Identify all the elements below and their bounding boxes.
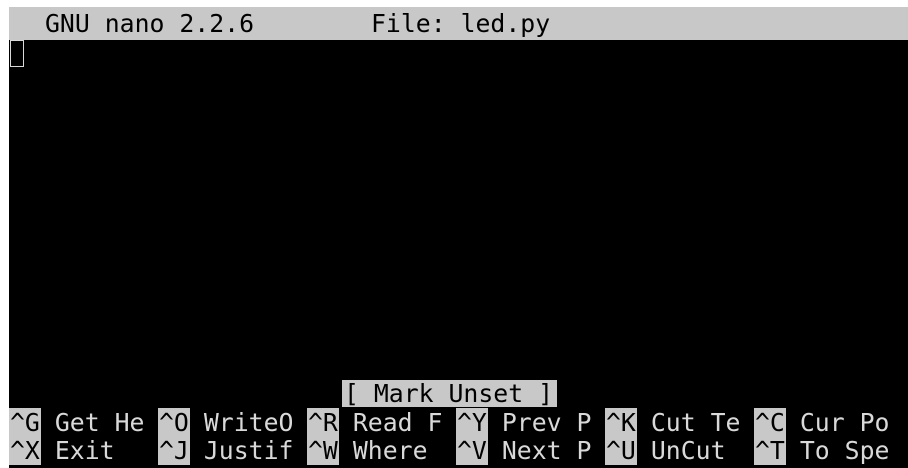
shortcut-label: UnCut: [650, 436, 726, 465]
shortcut-justify[interactable]: ^J Justif: [158, 436, 294, 465]
shortcut-cur-pos[interactable]: ^C Cur Po: [754, 408, 890, 437]
app-name: GNU nano 2.2.6: [45, 9, 255, 38]
nano-title-bar: GNU nano 2.2.6 File: led.py: [9, 7, 908, 40]
shortcut-label: Exit: [54, 436, 115, 465]
shortcut-label: To Spe: [799, 436, 890, 465]
shortcut-to-spell[interactable]: ^T To Spe: [754, 436, 890, 465]
terminal-window: GNU nano 2.2.6 File: led.py [ Mark Unset…: [9, 7, 908, 468]
shortcut-key: ^C: [754, 408, 786, 437]
shortcut-row-1: ^G Get He ^O WriteO ^R Read F ^Y Prev P ^K Cu…: [9, 408, 908, 437]
shortcut-key: ^U: [605, 436, 637, 465]
shortcut-label: Read F: [352, 408, 443, 437]
shortcut-key: ^Y: [456, 408, 488, 437]
shortcut-next-page[interactable]: ^V Next P: [456, 436, 592, 465]
shortcut-label: Where: [352, 436, 428, 465]
editor-area[interactable]: [9, 40, 908, 382]
shortcut-key: ^R: [307, 408, 339, 437]
shortcut-key: ^O: [158, 408, 190, 437]
shortcut-get-help[interactable]: ^G Get He: [9, 408, 145, 437]
shortcut-prev-page[interactable]: ^Y Prev P: [456, 408, 592, 437]
shortcut-label: WriteO: [203, 408, 294, 437]
shortcut-write-out[interactable]: ^O WriteO: [158, 408, 294, 437]
shortcut-key: ^V: [456, 436, 488, 465]
shortcut-key: ^J: [158, 436, 190, 465]
text-cursor: [10, 40, 24, 67]
shortcut-label: Justif: [203, 436, 294, 465]
shortcut-label: Next P: [501, 436, 592, 465]
shortcut-row-2: ^X Exit ^J Justif ^W Where ^V Next P ^U UnCut…: [9, 436, 908, 465]
shortcut-label: Get He: [54, 408, 145, 437]
shortcut-key: ^W: [307, 436, 339, 465]
shortcut-key: ^X: [9, 436, 41, 465]
shortcut-key: ^G: [9, 408, 41, 437]
file-name: File: led.py: [371, 9, 551, 38]
shortcut-label: Cur Po: [799, 408, 890, 437]
shortcut-label: Prev P: [501, 408, 592, 437]
shortcut-key: ^T: [754, 436, 786, 465]
shortcut-exit[interactable]: ^X Exit: [9, 436, 115, 465]
shortcut-read-file[interactable]: ^R Read F: [307, 408, 443, 437]
status-message: [ Mark Unset ]: [342, 380, 558, 408]
shortcut-label: Cut Te: [650, 408, 741, 437]
shortcut-cut-text[interactable]: ^K Cut Te: [605, 408, 741, 437]
shortcut-uncut[interactable]: ^U UnCut: [605, 436, 726, 465]
shortcut-key: ^K: [605, 408, 637, 437]
shortcut-where-is[interactable]: ^W Where: [307, 436, 428, 465]
